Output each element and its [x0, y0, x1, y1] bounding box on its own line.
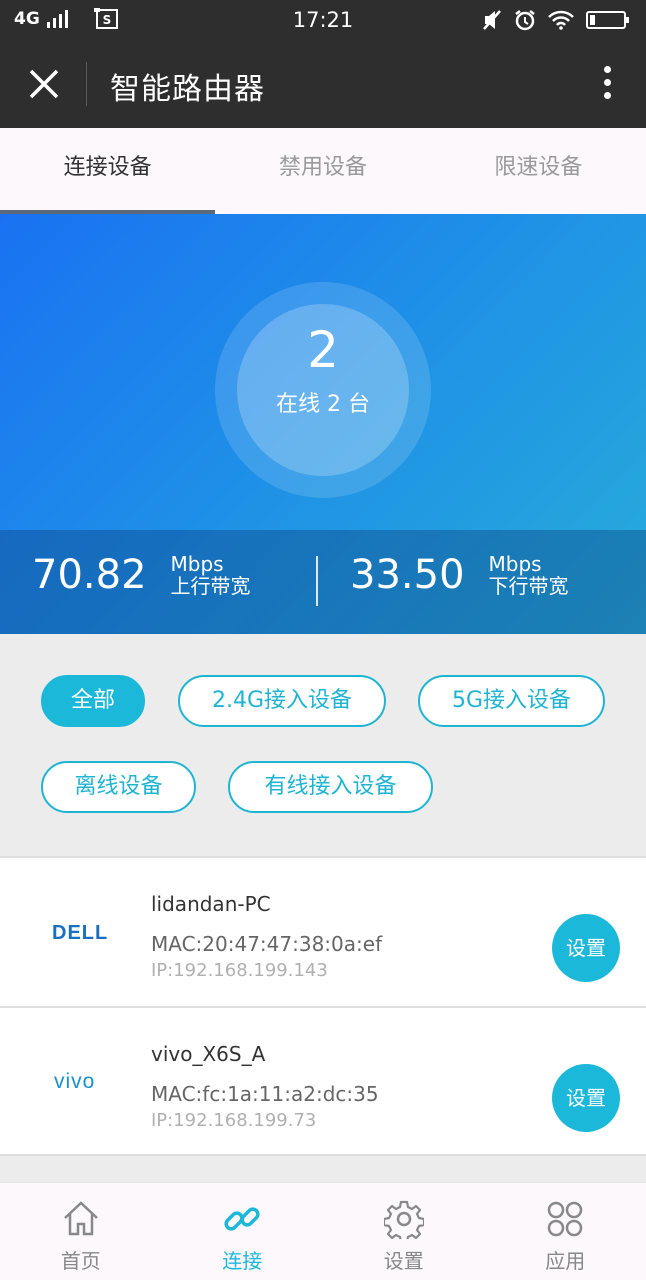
download-bandwidth: 33.50 Mbps 下行带宽 — [350, 552, 569, 598]
apps-icon — [548, 1201, 583, 1237]
device-ip: IP:192.168.199.143 — [151, 960, 328, 981]
device-name: lidandan-PC — [151, 892, 271, 916]
mute-icon — [483, 10, 501, 30]
device-settings-button[interactable]: 设置 — [552, 1064, 620, 1132]
bandwidth-bar: 70.82 Mbps 上行带宽 33.50 Mbps 下行带宽 — [0, 530, 646, 634]
bottom-nav: 首页 连接 设置 应用 — [0, 1182, 646, 1280]
link-icon — [224, 1207, 260, 1231]
online-count: 2 — [307, 321, 339, 379]
filter-2g4-devices[interactable]: 2.4G接入设备 — [178, 675, 386, 727]
upload-bandwidth: 70.82 Mbps 上行带宽 — [32, 552, 251, 598]
dell-logo: DELL — [52, 922, 108, 942]
filter-5g-devices[interactable]: 5G接入设备 — [418, 675, 605, 727]
nav-settings-label: 设置 — [383, 1249, 424, 1273]
tab-bar: 连接设备 禁用设备 限速设备 — [0, 128, 646, 214]
download-unit: Mbps — [488, 552, 542, 576]
online-summary-panel: 2 在线 2 台 70.82 Mbps 上行带宽 33.50 Mbps 下行带宽 — [0, 214, 646, 634]
tab-connected-devices[interactable]: 连接设备 — [0, 128, 216, 214]
device-name: vivo_X6S_A — [151, 1042, 266, 1066]
download-label: 下行带宽 — [488, 574, 569, 598]
online-text: 在线 2 台 — [276, 392, 370, 417]
upload-value: 70.82 — [32, 552, 147, 598]
title-bar: 智能路由器 — [0, 42, 646, 128]
device-filter-panel: 全部 2.4G接入设备 5G接入设备 离线设备 有线接入设备 — [0, 634, 646, 856]
device-mac: MAC:fc:1a:11:a2:dc:35 — [151, 1082, 379, 1106]
device-ip: IP:192.168.199.73 — [151, 1110, 317, 1131]
svg-text:vivo: vivo — [54, 1070, 95, 1092]
page-title: 智能路由器 — [110, 72, 265, 107]
gear-icon — [383, 1200, 424, 1239]
nav-connect[interactable]: 连接 — [162, 1183, 324, 1280]
status-bar: 4G S 17:21 — [0, 0, 646, 42]
tab-rate-limited-devices[interactable]: 限速设备 — [431, 128, 646, 214]
device-mac: MAC:20:47:47:38:0a:ef — [151, 932, 383, 956]
device-list: DELL lidandan-PC MAC:20:47:47:38:0a:ef I… — [0, 856, 646, 1156]
list-item[interactable]: DELL lidandan-PC MAC:20:47:47:38:0a:ef I… — [0, 856, 646, 1006]
online-ring: 2 在线 2 台 — [237, 304, 409, 476]
nav-settings[interactable]: 设置 — [323, 1183, 485, 1280]
nav-home[interactable]: 首页 — [0, 1183, 162, 1280]
title-divider — [86, 62, 87, 106]
filter-all[interactable]: 全部 — [41, 675, 145, 727]
alarm-icon — [515, 10, 535, 31]
nav-apps[interactable]: 应用 — [485, 1183, 646, 1280]
upload-unit: Mbps — [170, 552, 224, 576]
close-icon[interactable] — [26, 66, 62, 102]
filter-wired-devices[interactable]: 有线接入设备 — [228, 761, 433, 813]
wifi-icon — [548, 10, 574, 30]
tab-blocked-devices[interactable]: 禁用设备 — [215, 128, 430, 214]
filter-offline-devices[interactable]: 离线设备 — [41, 761, 196, 813]
battery-icon — [586, 11, 629, 29]
status-right — [482, 9, 630, 31]
svg-text:DELL: DELL — [52, 922, 108, 942]
bandwidth-divider — [316, 556, 318, 606]
nav-apps-label: 应用 — [545, 1249, 586, 1273]
more-menu-icon[interactable] — [602, 66, 612, 104]
nav-connect-label: 连接 — [222, 1249, 263, 1273]
vivo-logo: vivo — [54, 1070, 95, 1092]
list-item[interactable]: vivo vivo_X6S_A MAC:fc:1a:11:a2:dc:35 IP… — [0, 1006, 646, 1156]
device-settings-button[interactable]: 设置 — [552, 914, 620, 982]
download-value: 33.50 — [350, 552, 465, 598]
upload-label: 上行带宽 — [170, 574, 251, 598]
nav-home-label: 首页 — [60, 1249, 101, 1273]
home-icon — [63, 1201, 98, 1236]
